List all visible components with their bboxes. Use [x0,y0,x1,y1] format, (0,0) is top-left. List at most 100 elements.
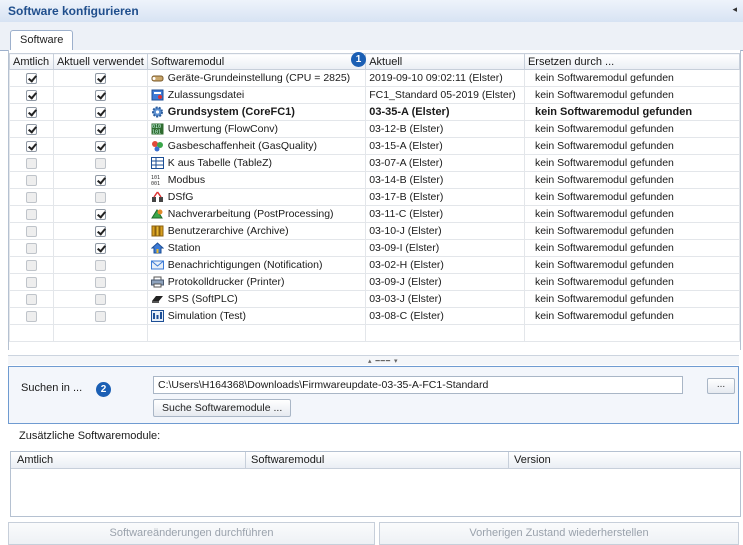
printer-icon [150,276,164,288]
browse-button[interactable]: ... [707,378,735,394]
notification-icon [150,259,164,271]
search-path-input[interactable]: C:\Users\H164368\Downloads\Firmwareupdat… [153,376,683,394]
aktuell-verwendet-checkbox[interactable] [94,276,106,288]
aktuell-verwendet-checkbox[interactable] [94,174,106,186]
amtlich-checkbox[interactable] [25,191,37,203]
ersetzen-durch-cell[interactable]: kein Softwaremodul gefunden [523,137,741,155]
apply-changes-button[interactable]: Softwareänderungen durchführen [8,522,375,545]
amtlich-checkbox[interactable] [25,276,37,288]
column-header-amtlich[interactable]: Amtlich [9,53,54,70]
aktuell-cell: 03-08-C (Elster) [365,307,525,325]
amtlich-checkbox[interactable] [25,293,37,305]
module-name: Benachrichtigungen (Notification) [167,258,323,271]
table-row[interactable]: Gasbeschaffenheit (GasQuality) 03-15-A (E… [9,137,741,155]
aktuell-verwendet-checkbox[interactable] [94,123,106,135]
softwaremodul-cell: 101 001 Modbus [146,171,367,189]
table-row[interactable]: Protokolldrucker (Printer) 03-09-J (Elste… [9,273,741,291]
amtlich-checkbox[interactable] [25,174,37,186]
aktuell-verwendet-checkbox[interactable] [94,106,106,118]
module-name: Umwertung (FlowConv) [167,122,279,135]
verwendet-cell [52,120,148,138]
aktuell-verwendet-checkbox[interactable] [94,72,106,84]
table-row[interactable]: Simulation (Test) 03-08-C (Elster) kein So… [9,307,741,325]
column-separator[interactable] [508,452,509,468]
amtlich-cell [9,171,54,189]
table-row[interactable]: SPS (SoftPLC) 03-03-J (Elster) kein Softwa… [9,290,741,308]
amtlich-checkbox[interactable] [25,72,37,84]
aktuell-cell: 2019-09-10 09:02:11 (Elster) [365,69,525,87]
aktuell-verwendet-checkbox[interactable] [94,208,106,220]
softwaremodul-cell: 010 101 Umwertung (FlowConv) [146,120,367,138]
ersetzen-durch-cell[interactable]: kein Softwaremodul gefunden [523,103,741,121]
amtlich-checkbox[interactable] [25,310,37,322]
column-header-ersetzen-durch[interactable]: Ersetzen durch ... [523,53,741,70]
table-row[interactable]: 010 101 Umwertung (FlowConv) 03-12-B (Elste… [9,120,741,138]
splitter-grip-icon[interactable]: ▴ ━━━ ▾ [368,357,399,365]
amtlich-cell [9,120,54,138]
ersetzen-durch-cell[interactable]: kein Softwaremodul gefunden [523,307,741,325]
window-titlebar: Software konfigurieren ◂ [0,0,743,23]
additional-column-version[interactable]: Version [514,454,551,466]
amtlich-checkbox[interactable] [25,242,37,254]
amtlich-checkbox[interactable] [25,106,37,118]
ersetzen-durch-cell[interactable]: kein Softwaremodul gefunden [523,256,741,274]
ersetzen-durch-cell[interactable]: kein Softwaremodul gefunden [523,120,741,138]
amtlich-checkbox[interactable] [25,259,37,271]
restore-previous-state-button[interactable]: Vorherigen Zustand wiederherstellen [379,522,739,545]
aktuell-verwendet-checkbox[interactable] [94,293,106,305]
column-header-softwaremodul[interactable]: Softwaremodul [146,53,367,70]
amtlich-checkbox[interactable] [25,123,37,135]
table-row[interactable]: Benachrichtigungen (Notification) 03-02-H… [9,256,741,274]
amtlich-checkbox[interactable] [25,89,37,101]
ersetzen-durch-cell[interactable]: kein Softwaremodul gefunden [523,290,741,308]
amtlich-checkbox[interactable] [25,140,37,152]
table-row[interactable]: Benutzerarchive (Archive) 03-10-J (Elster… [9,222,741,240]
column-separator[interactable] [245,452,246,468]
aktuell-verwendet-checkbox[interactable] [94,191,106,203]
amtlich-checkbox[interactable] [25,157,37,169]
table-row[interactable]: Geräte-Grundeinstellung (CPU = 2825) 2019… [9,69,741,87]
module-name: Protokolldrucker (Printer) [167,275,285,288]
table-row[interactable]: Nachverarbeitung (PostProcessing) 03-11-C… [9,205,741,223]
collapse-panel-icon[interactable]: ◂ [732,4,737,15]
table-row[interactable]: Station 03-09-I (Elster) kein Softwaremodu… [9,239,741,257]
amtlich-checkbox[interactable] [25,225,37,237]
table-row[interactable]: Grundsystem (CoreFC1) 03-35-A (Elster) kei… [9,103,741,121]
ersetzen-durch-cell[interactable]: kein Softwaremodul gefunden [523,222,741,240]
column-header-aktuell-verwendet[interactable]: Aktuell verwendet [52,53,148,70]
search-modules-button[interactable]: Suche Softwaremodule ... [153,399,292,417]
ersetzen-durch-cell[interactable]: kein Softwaremodul gefunden [523,171,741,189]
table-row[interactable]: K aus Tabelle (TableZ) 03-07-A (Elster) ke… [9,154,741,172]
ersetzen-durch-cell[interactable]: kein Softwaremodul gefunden [523,188,741,206]
ersetzen-durch-cell[interactable]: kein Softwaremodul gefunden [523,239,741,257]
table-row[interactable]: DSfG 03-17-B (Elster) kein Softwaremodul g… [9,188,741,206]
amtlich-checkbox[interactable] [25,208,37,220]
column-header-aktuell[interactable]: Aktuell [365,53,525,70]
softwaremodul-cell: Station [146,239,367,257]
ersetzen-durch-cell[interactable]: kein Softwaremodul gefunden [523,273,741,291]
softwaremodul-cell: Benachrichtigungen (Notification) [146,256,367,274]
aktuell-verwendet-checkbox[interactable] [94,89,106,101]
table-row[interactable]: 101 001 Modbus 03-14-B (Elster) kein Softwar… [9,171,741,189]
tab-strip: Software [0,22,743,51]
module-name: Benutzerarchive (Archive) [167,224,289,237]
additional-column-amtlich[interactable]: Amtlich [17,454,53,466]
panel-splitter[interactable]: ▴ ━━━ ▾ [8,355,739,365]
ersetzen-durch-cell[interactable]: kein Softwaremodul gefunden [523,205,741,223]
table-row[interactable]: Zulassungsdatei FC1_Standard 05-2019 (Els… [9,86,741,104]
ersetzen-durch-cell[interactable]: kein Softwaremodul gefunden [523,86,741,104]
aktuell-verwendet-checkbox[interactable] [94,259,106,271]
station-icon [150,242,164,254]
aktuell-verwendet-checkbox[interactable] [94,310,106,322]
tab-software[interactable]: Software [10,30,74,51]
ersetzen-durch-cell[interactable]: kein Softwaremodul gefunden [523,69,741,87]
window-title: Software konfigurieren [8,4,139,18]
additional-modules-table: Amtlich Softwaremodul Version [10,451,741,517]
softwaremodul-cell: DSfG [146,188,367,206]
aktuell-verwendet-checkbox[interactable] [94,242,106,254]
additional-column-softwaremodul[interactable]: Softwaremodul [251,454,324,466]
aktuell-verwendet-checkbox[interactable] [94,157,106,169]
aktuell-verwendet-checkbox[interactable] [94,225,106,237]
ersetzen-durch-cell[interactable]: kein Softwaremodul gefunden [523,154,741,172]
aktuell-verwendet-checkbox[interactable] [94,140,106,152]
